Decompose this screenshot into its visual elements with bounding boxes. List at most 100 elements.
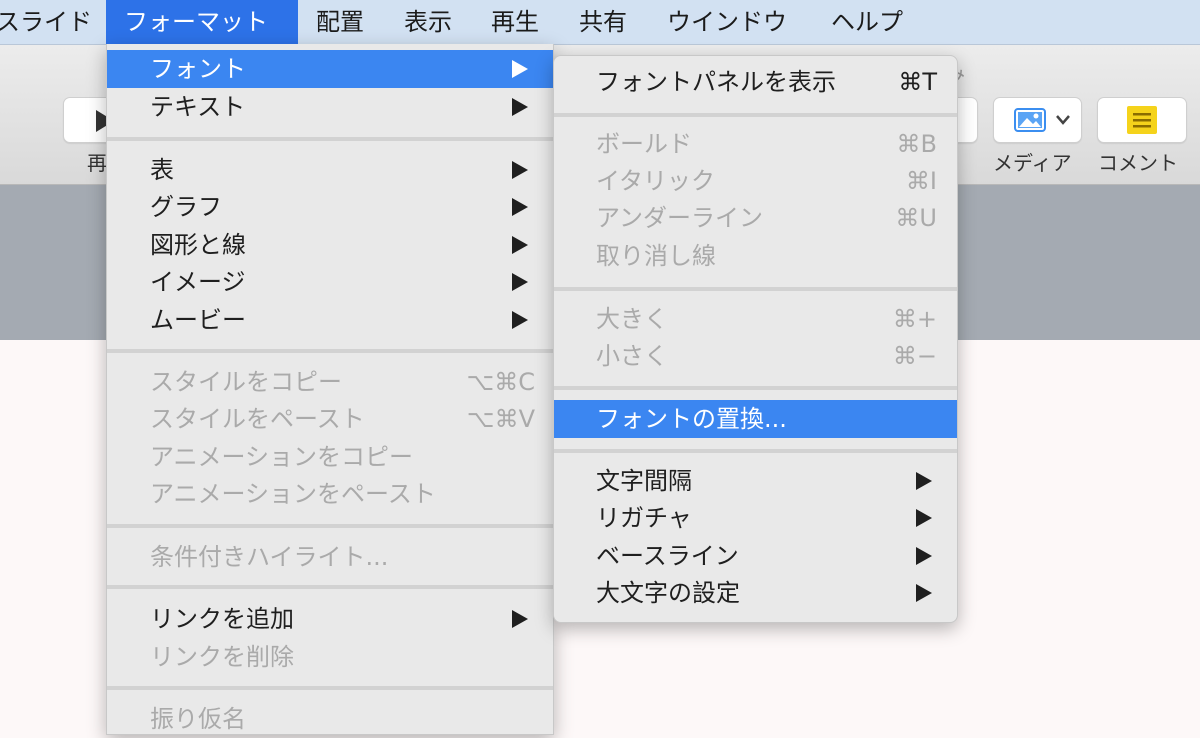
- font-menu-item-ligature[interactable]: リガチャ: [554, 499, 957, 537]
- submenu-arrow-icon: [916, 547, 932, 565]
- font-menu-item-show-fonts[interactable]: フォントパネルを表示 ⌘T: [554, 63, 957, 101]
- font-menu-item-replace-fonts[interactable]: フォントの置換...: [554, 400, 957, 438]
- format-menu-item-paste-animation: アニメーションをペースト: [107, 475, 553, 513]
- format-menu-item-label: フォント: [150, 55, 246, 83]
- menu-separator: [554, 449, 957, 453]
- menu-separator: [554, 113, 957, 117]
- format-menu-item-paste-style: スタイルをペースト ⌥⌘V: [107, 400, 553, 438]
- format-menu-item-label: テキスト: [150, 93, 246, 121]
- format-menu-item-label: スタイルをペースト: [150, 405, 365, 433]
- font-menu-item-label: ボールド: [596, 130, 692, 158]
- font-menu-item-smaller: 小さく ⌘−: [554, 337, 957, 375]
- format-menu-item-remove-link: リンクを削除: [107, 638, 553, 676]
- shortcut-label: ⌥⌘C: [466, 368, 535, 396]
- format-menu-item-label: リンクを追加: [150, 605, 294, 633]
- menu-help[interactable]: ヘルプ: [831, 0, 903, 44]
- menu-separator: [107, 137, 553, 141]
- format-menu-item-chart[interactable]: グラフ: [107, 188, 553, 226]
- font-menu-item-baseline[interactable]: ベースライン: [554, 537, 957, 575]
- shortcut-label: ⌘−: [892, 342, 937, 370]
- format-menu-item-font[interactable]: フォント: [107, 50, 553, 88]
- format-menu-item-label: 図形と線: [150, 231, 246, 259]
- format-menu-item-label: 表: [150, 156, 174, 184]
- menu-arrange[interactable]: 配置: [316, 0, 364, 44]
- format-menu-item-label: アニメーションをペースト: [150, 480, 436, 508]
- font-menu-item-label: リガチャ: [596, 504, 692, 532]
- menu-play[interactable]: 再生: [491, 0, 539, 44]
- font-submenu: フォントパネルを表示 ⌘T ボールド ⌘B イタリック ⌘I アンダーライン ⌘…: [553, 55, 958, 623]
- shortcut-label: ⌘U: [895, 204, 937, 232]
- format-menu-item-label: グラフ: [150, 193, 222, 221]
- font-menu-item-label: フォントの置換...: [596, 405, 787, 433]
- format-menu-item-text[interactable]: テキスト: [107, 88, 553, 126]
- menu-share[interactable]: 共有: [579, 0, 627, 44]
- format-menu-item-movie[interactable]: ムービー: [107, 301, 553, 339]
- chevron-down-icon: [1056, 115, 1070, 125]
- font-menu-item-underline: アンダーライン ⌘U: [554, 199, 957, 237]
- menu-separator: [107, 585, 553, 589]
- menu-separator: [107, 686, 553, 690]
- format-menu-item-table[interactable]: 表: [107, 151, 553, 189]
- format-menu-item-conditional-highlight: 条件付きハイライト...: [107, 538, 553, 576]
- submenu-arrow-icon: [512, 273, 528, 291]
- format-menu-item-furigana: 振り仮名: [107, 700, 553, 738]
- font-menu-item-capitalization[interactable]: 大文字の設定: [554, 574, 957, 612]
- font-menu-item-label: 取り消し線: [596, 242, 716, 270]
- menu-view[interactable]: 表示: [404, 0, 452, 44]
- submenu-arrow-icon: [916, 509, 932, 527]
- format-menu-item-image[interactable]: イメージ: [107, 263, 553, 301]
- submenu-arrow-icon: [512, 60, 528, 78]
- submenu-arrow-icon: [916, 472, 932, 490]
- format-menu-item-label: アニメーションをコピー: [150, 443, 414, 471]
- font-menu-item-strikethrough: 取り消し線: [554, 237, 957, 275]
- shortcut-label: ⌘B: [896, 130, 937, 158]
- shortcut-label: ⌘T: [898, 68, 937, 96]
- shortcut-label: ⌥⌘V: [466, 405, 535, 433]
- comment-button[interactable]: [1097, 97, 1187, 143]
- submenu-arrow-icon: [512, 236, 528, 254]
- font-menu-item-label: 文字間隔: [596, 467, 692, 495]
- font-menu-item-label: イタリック: [596, 167, 716, 195]
- media-button[interactable]: [993, 97, 1082, 143]
- shortcut-label: ⌘I: [905, 167, 937, 195]
- media-label: メディア: [993, 151, 1072, 175]
- format-menu-item-label: 条件付きハイライト...: [150, 543, 389, 571]
- font-menu-item-label: 大きく: [596, 305, 668, 333]
- format-menu-item-label: スタイルをコピー: [150, 368, 342, 396]
- submenu-arrow-icon: [512, 98, 528, 116]
- comment-icon: [1127, 106, 1157, 134]
- font-menu-item-bold: ボールド ⌘B: [554, 125, 957, 163]
- menu-format[interactable]: フォーマット: [106, 0, 298, 44]
- menu-bar: スライド フォーマット 配置 表示 再生 共有 ウインドウ ヘルプ: [0, 0, 1200, 45]
- menu-separator: [107, 524, 553, 528]
- submenu-arrow-icon: [512, 311, 528, 329]
- shortcut-label: ⌘+: [892, 305, 937, 333]
- submenu-arrow-icon: [512, 198, 528, 216]
- menu-separator: [107, 349, 553, 353]
- format-menu-item-label: リンクを削除: [150, 643, 294, 671]
- format-menu-item-shape-line[interactable]: 図形と線: [107, 226, 553, 264]
- font-menu-item-character-spacing[interactable]: 文字間隔: [554, 462, 957, 500]
- font-menu-item-label: フォントパネルを表示: [596, 68, 836, 96]
- format-menu: フォント テキスト 表 グラフ 図形と線 イメージ ムービー スタイルをコピー …: [106, 44, 554, 735]
- submenu-arrow-icon: [512, 610, 528, 628]
- menu-slide[interactable]: スライド: [0, 0, 92, 44]
- comment-label: コメント: [1098, 151, 1178, 175]
- submenu-arrow-icon: [512, 161, 528, 179]
- format-menu-item-copy-style: スタイルをコピー ⌥⌘C: [107, 363, 553, 401]
- font-menu-item-label: 小さく: [596, 342, 668, 370]
- format-menu-item-label: 振り仮名: [150, 705, 246, 733]
- font-menu-item-label: ベースライン: [596, 542, 739, 570]
- format-menu-item-label: イメージ: [150, 268, 246, 296]
- submenu-arrow-icon: [916, 584, 932, 602]
- font-menu-item-label: アンダーライン: [596, 204, 764, 232]
- font-menu-item-bigger: 大きく ⌘+: [554, 300, 957, 338]
- format-menu-item-add-link[interactable]: リンクを追加: [107, 600, 553, 638]
- menu-separator: [554, 386, 957, 390]
- font-menu-item-label: 大文字の設定: [596, 579, 740, 607]
- menu-window[interactable]: ウインドウ: [667, 0, 787, 44]
- menu-separator: [554, 287, 957, 291]
- media-icon: [1014, 108, 1046, 132]
- play-label: 再: [87, 151, 107, 175]
- font-menu-item-italic: イタリック ⌘I: [554, 162, 957, 200]
